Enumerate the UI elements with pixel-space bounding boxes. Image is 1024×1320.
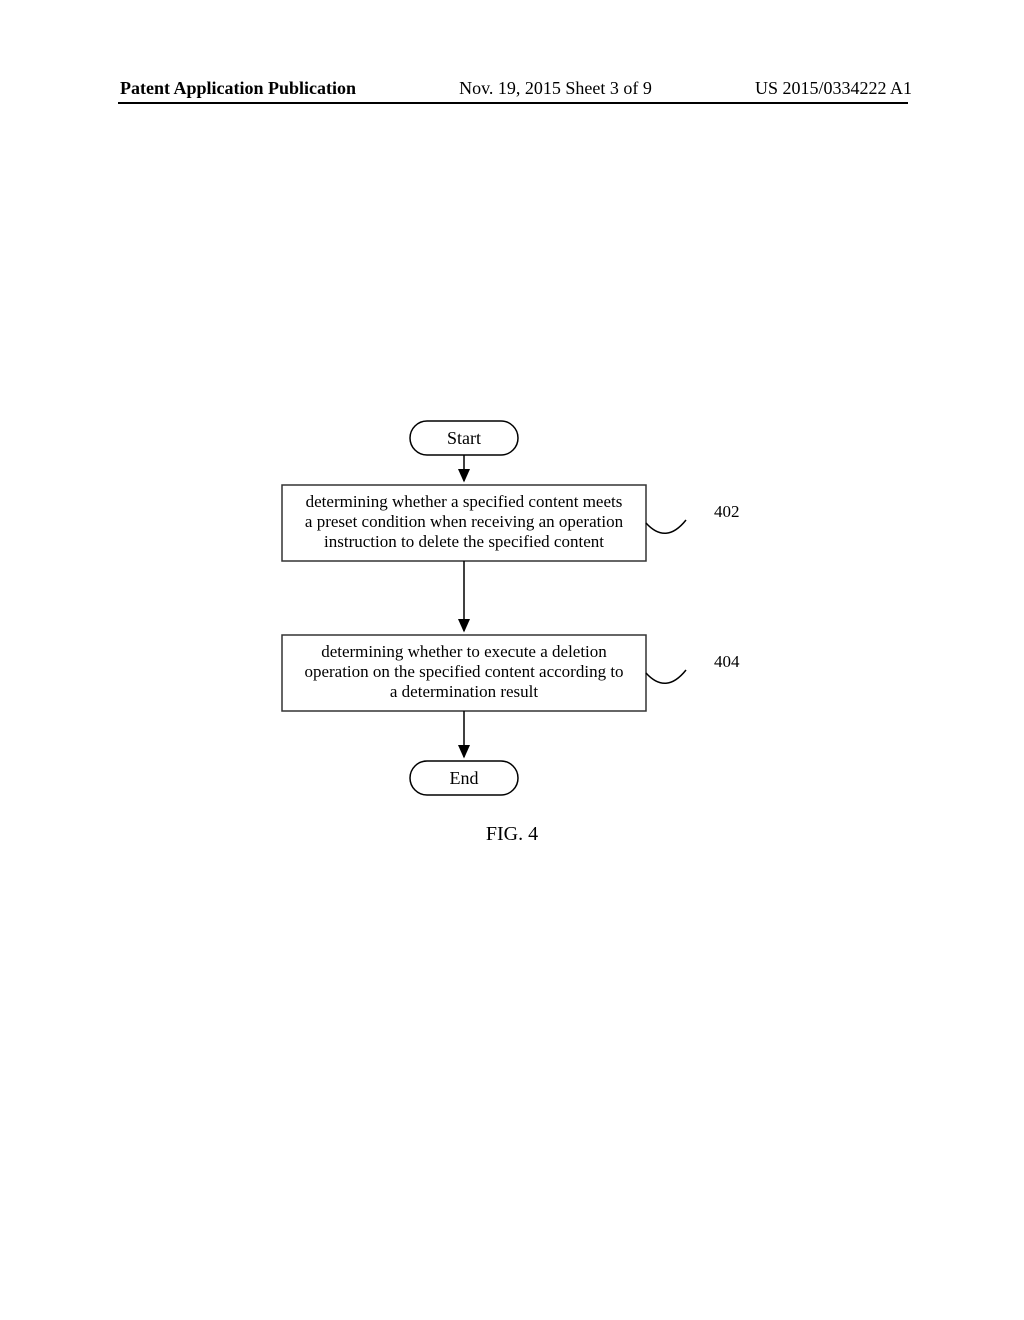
flowchart-step-1-line2: a preset condition when receiving an ope…: [305, 512, 624, 531]
flowchart-step-1-connector: [646, 520, 686, 533]
figure-caption: FIG. 4: [0, 823, 1024, 846]
flowchart-end-text: End: [450, 768, 479, 788]
flowchart-svg: Start determining whether a specified co…: [162, 415, 862, 835]
page-header: Patent Application Publication Nov. 19, …: [0, 78, 1024, 99]
flowchart-step-2-line1: determining whether to execute a deletio…: [321, 642, 607, 661]
flowchart-diagram: Start determining whether a specified co…: [0, 415, 1024, 855]
flowchart-step-2-line2: operation on the specified content accor…: [304, 662, 623, 681]
flowchart-step-2-line3: a determination result: [390, 682, 539, 701]
header-date-sheet: Nov. 19, 2015 Sheet 3 of 9: [459, 78, 652, 99]
flowchart-step-2-connector: [646, 670, 686, 683]
header-divider: [118, 102, 908, 104]
flowchart-start-text: Start: [447, 428, 481, 448]
header-publication-number: US 2015/0334222 A1: [755, 78, 912, 99]
header-publication-type: Patent Application Publication: [120, 78, 356, 99]
flowchart-step-1-line1: determining whether a specified content …: [306, 492, 623, 511]
flowchart-step-1-line3: instruction to delete the specified cont…: [324, 532, 604, 551]
flowchart-step-1-ref: 402: [714, 502, 740, 521]
flowchart-step-2-ref: 404: [714, 652, 740, 671]
